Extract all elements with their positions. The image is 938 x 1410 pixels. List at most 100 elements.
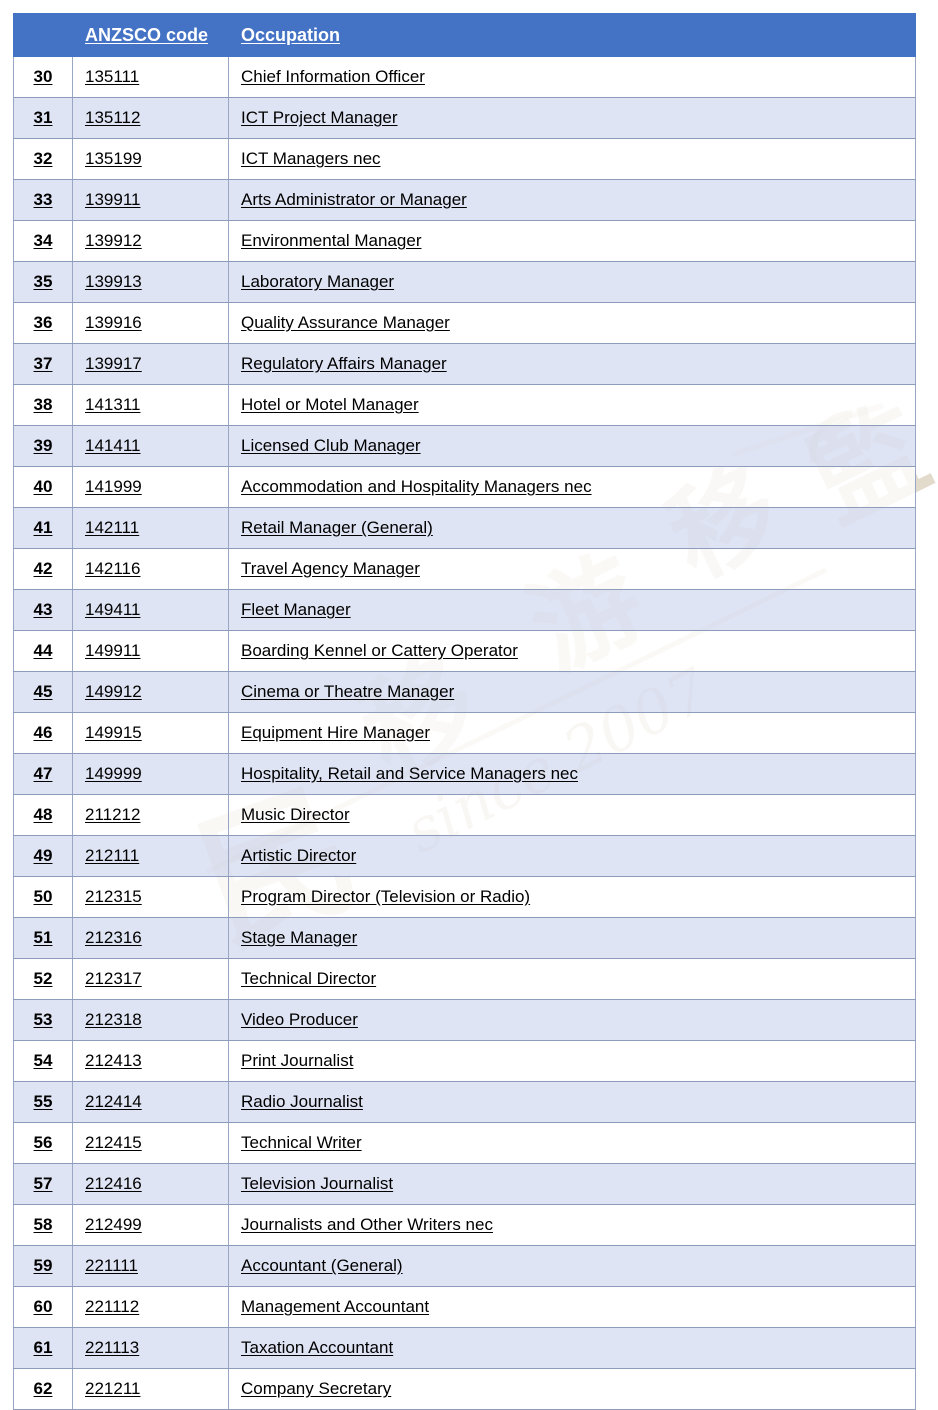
anzsco-code-cell[interactable]: 139913 bbox=[72, 261, 229, 303]
anzsco-code-cell[interactable]: 139911 bbox=[72, 179, 229, 221]
anzsco-code-cell[interactable]: 212499 bbox=[72, 1204, 229, 1246]
anzsco-code-cell[interactable]: 142111 bbox=[72, 507, 229, 549]
anzsco-code-cell[interactable]: 135112 bbox=[72, 97, 229, 139]
anzsco-code-cell[interactable]: 212318 bbox=[72, 999, 229, 1041]
occupation-cell[interactable]: Journalists and Other Writers nec bbox=[228, 1204, 916, 1246]
anzsco-code-cell[interactable]: 212316 bbox=[72, 917, 229, 959]
table-row[interactable]: 38 141311 Hotel or Motel Manager bbox=[13, 384, 916, 426]
anzsco-code-cell[interactable]: 141999 bbox=[72, 466, 229, 508]
anzsco-code-cell[interactable]: 139917 bbox=[72, 343, 229, 385]
occupation-cell[interactable]: ICT Managers nec bbox=[228, 138, 916, 180]
occupation-cell[interactable]: Technical Director bbox=[228, 958, 916, 1000]
table-row[interactable]: 61 221113 Taxation Accountant bbox=[13, 1327, 916, 1369]
table-row[interactable]: 32 135199 ICT Managers nec bbox=[13, 138, 916, 180]
occupation-cell[interactable]: Television Journalist bbox=[228, 1163, 916, 1205]
table-row[interactable]: 46 149915 Equipment Hire Manager bbox=[13, 712, 916, 754]
table-row[interactable]: 54 212413 Print Journalist bbox=[13, 1040, 916, 1082]
occupation-cell[interactable]: Stage Manager bbox=[228, 917, 916, 959]
anzsco-code-cell[interactable]: 212416 bbox=[72, 1163, 229, 1205]
table-row[interactable]: 47 149999 Hospitality, Retail and Service … bbox=[13, 753, 916, 795]
occupation-cell[interactable]: Environmental Manager bbox=[228, 220, 916, 262]
table-row[interactable]: 49 212111 Artistic Director bbox=[13, 835, 916, 877]
table-row[interactable]: 42 142116 Travel Agency Manager bbox=[13, 548, 916, 590]
table-row[interactable]: 43 149411 Fleet Manager bbox=[13, 589, 916, 631]
anzsco-code-cell[interactable]: 141411 bbox=[72, 425, 229, 467]
occupation-cell[interactable]: Retail Manager (General) bbox=[228, 507, 916, 549]
occupation-cell[interactable]: Taxation Accountant bbox=[228, 1327, 916, 1369]
table-row[interactable]: 55 212414 Radio Journalist bbox=[13, 1081, 916, 1123]
occupation-cell[interactable]: Arts Administrator or Manager bbox=[228, 179, 916, 221]
anzsco-code-cell[interactable]: 139916 bbox=[72, 302, 229, 344]
occupation-cell[interactable]: Music Director bbox=[228, 794, 916, 836]
occupation-cell[interactable]: Hotel or Motel Manager bbox=[228, 384, 916, 426]
table-row[interactable]: 33 139911 Arts Administrator or Manager bbox=[13, 179, 916, 221]
table-row[interactable]: 53 212318 Video Producer bbox=[13, 999, 916, 1041]
table-row[interactable]: 58 212499 Journalists and Other Writers ne… bbox=[13, 1204, 916, 1246]
table-row[interactable]: 60 221112 Management Accountant bbox=[13, 1286, 916, 1328]
table-row[interactable]: 37 139917 Regulatory Affairs Manager bbox=[13, 343, 916, 385]
anzsco-code-cell[interactable]: 149999 bbox=[72, 753, 229, 795]
anzsco-code-cell[interactable]: 139912 bbox=[72, 220, 229, 262]
anzsco-code-cell[interactable]: 212317 bbox=[72, 958, 229, 1000]
anzsco-code-cell[interactable]: 212415 bbox=[72, 1122, 229, 1164]
column-header-anzsco-code[interactable]: ANZSCO code bbox=[72, 13, 229, 57]
occupation-cell[interactable]: Radio Journalist bbox=[228, 1081, 916, 1123]
anzsco-code-cell[interactable]: 149411 bbox=[72, 589, 229, 631]
occupation-cell[interactable]: Regulatory Affairs Manager bbox=[228, 343, 916, 385]
occupation-cell[interactable]: Hospitality, Retail and Service Managers… bbox=[228, 753, 916, 795]
occupation-cell[interactable]: Management Accountant bbox=[228, 1286, 916, 1328]
anzsco-code-cell[interactable]: 135111 bbox=[72, 56, 229, 98]
table-row[interactable]: 39 141411 Licensed Club Manager bbox=[13, 425, 916, 467]
table-row[interactable]: 34 139912 Environmental Manager bbox=[13, 220, 916, 262]
occupation-cell[interactable]: Artistic Director bbox=[228, 835, 916, 877]
table-row[interactable]: 48 211212 Music Director bbox=[13, 794, 916, 836]
table-row[interactable]: 36 139916 Quality Assurance Manager bbox=[13, 302, 916, 344]
occupation-cell[interactable]: Laboratory Manager bbox=[228, 261, 916, 303]
table-row[interactable]: 31 135112 ICT Project Manager bbox=[13, 97, 916, 139]
anzsco-code-cell[interactable]: 221112 bbox=[72, 1286, 229, 1328]
anzsco-code-cell[interactable]: 149912 bbox=[72, 671, 229, 713]
anzsco-code-cell[interactable]: 221111 bbox=[72, 1245, 229, 1287]
occupation-cell[interactable]: Boarding Kennel or Cattery Operator bbox=[228, 630, 916, 672]
column-header-occupation[interactable]: Occupation bbox=[228, 13, 916, 57]
anzsco-code-cell[interactable]: 135199 bbox=[72, 138, 229, 180]
anzsco-code-cell[interactable]: 141311 bbox=[72, 384, 229, 426]
anzsco-code-cell[interactable]: 221211 bbox=[72, 1368, 229, 1410]
table-row[interactable]: 30 135111 Chief Information Officer bbox=[13, 56, 916, 98]
anzsco-code-cell[interactable]: 149915 bbox=[72, 712, 229, 754]
table-row[interactable]: 62 221211 Company Secretary bbox=[13, 1368, 916, 1410]
table-row[interactable]: 44 149911 Boarding Kennel or Cattery Opera… bbox=[13, 630, 916, 672]
table-row[interactable]: 50 212315 Program Director (Television or … bbox=[13, 876, 916, 918]
occupation-cell[interactable]: Travel Agency Manager bbox=[228, 548, 916, 590]
table-row[interactable]: 59 221111 Accountant (General) bbox=[13, 1245, 916, 1287]
occupation-cell[interactable]: Accommodation and Hospitality Managers n… bbox=[228, 466, 916, 508]
anzsco-code-cell[interactable]: 142116 bbox=[72, 548, 229, 590]
table-row[interactable]: 52 212317 Technical Director bbox=[13, 958, 916, 1000]
anzsco-code-cell[interactable]: 212413 bbox=[72, 1040, 229, 1082]
anzsco-code-cell[interactable]: 212111 bbox=[72, 835, 229, 877]
anzsco-code-cell[interactable]: 221113 bbox=[72, 1327, 229, 1369]
occupation-cell[interactable]: Accountant (General) bbox=[228, 1245, 916, 1287]
occupation-cell[interactable]: Technical Writer bbox=[228, 1122, 916, 1164]
occupation-cell[interactable]: ICT Project Manager bbox=[228, 97, 916, 139]
table-row[interactable]: 57 212416 Television Journalist bbox=[13, 1163, 916, 1205]
occupation-cell[interactable]: Print Journalist bbox=[228, 1040, 916, 1082]
anzsco-code-cell[interactable]: 212414 bbox=[72, 1081, 229, 1123]
table-row[interactable]: 56 212415 Technical Writer bbox=[13, 1122, 916, 1164]
anzsco-code-cell[interactable]: 211212 bbox=[72, 794, 229, 836]
occupation-cell[interactable]: Licensed Club Manager bbox=[228, 425, 916, 467]
occupation-cell[interactable]: Quality Assurance Manager bbox=[228, 302, 916, 344]
occupation-cell[interactable]: Company Secretary bbox=[228, 1368, 916, 1410]
table-row[interactable]: 45 149912 Cinema or Theatre Manager bbox=[13, 671, 916, 713]
occupation-cell[interactable]: Equipment Hire Manager bbox=[228, 712, 916, 754]
occupation-cell[interactable]: Cinema or Theatre Manager bbox=[228, 671, 916, 713]
table-row[interactable]: 51 212316 Stage Manager bbox=[13, 917, 916, 959]
table-row[interactable]: 41 142111 Retail Manager (General) bbox=[13, 507, 916, 549]
anzsco-code-cell[interactable]: 149911 bbox=[72, 630, 229, 672]
anzsco-code-cell[interactable]: 212315 bbox=[72, 876, 229, 918]
occupation-cell[interactable]: Program Director (Television or Radio) bbox=[228, 876, 916, 918]
occupation-cell[interactable]: Fleet Manager bbox=[228, 589, 916, 631]
table-row[interactable]: 40 141999 Accommodation and Hospitality Ma… bbox=[13, 466, 916, 508]
table-row[interactable]: 35 139913 Laboratory Manager bbox=[13, 261, 916, 303]
occupation-cell[interactable]: Video Producer bbox=[228, 999, 916, 1041]
